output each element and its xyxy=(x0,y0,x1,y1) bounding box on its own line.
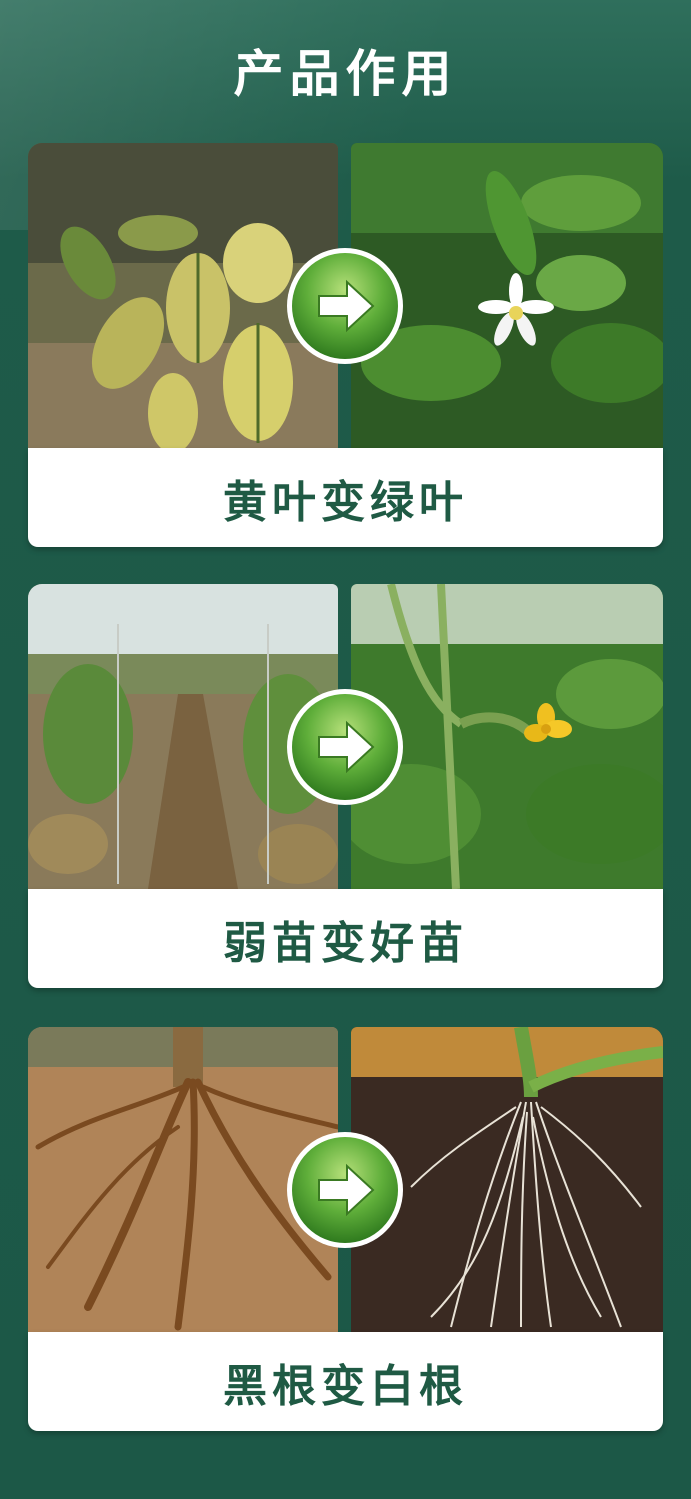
transition-arrow-button xyxy=(285,246,405,366)
right-arrow-icon xyxy=(287,1132,403,1248)
comparison-card-3: 黑根变白根 xyxy=(28,1027,663,1433)
transition-arrow-button xyxy=(285,687,405,807)
transition-arrow-button xyxy=(285,1130,405,1250)
caption-text: 黑根变白根 xyxy=(223,1360,468,1412)
comparison-card-2: 弱苗变好苗 xyxy=(28,584,663,990)
caption-text: 弱苗变好苗 xyxy=(223,917,468,969)
caption-bar: 黑根变白根 xyxy=(28,1332,663,1431)
caption-text: 黄叶变绿叶 xyxy=(223,476,468,528)
comparison-card-1: 黄叶变绿叶 xyxy=(28,143,663,549)
caption-bar: 黄叶变绿叶 xyxy=(28,448,663,547)
caption-bar: 弱苗变好苗 xyxy=(28,889,663,988)
right-arrow-icon xyxy=(287,248,403,364)
page-title: 产品作用 xyxy=(233,45,458,103)
right-arrow-icon xyxy=(287,689,403,805)
